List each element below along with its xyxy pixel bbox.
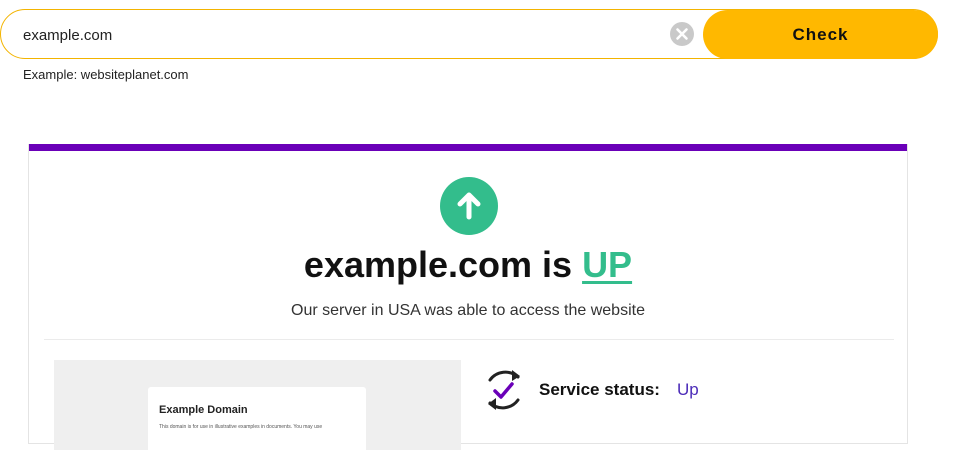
card-top-bar: [29, 144, 907, 151]
domain-text: example.com is: [303, 244, 583, 285]
status-word[interactable]: UP: [582, 244, 632, 285]
result-card: example.com is UP Our server in USA was …: [28, 144, 908, 457]
status-heading: example.com is UP: [29, 244, 907, 286]
service-status-label: Service status:: [539, 380, 660, 399]
check-button[interactable]: Check: [703, 10, 938, 59]
example-hint: Example: websiteplanet.com: [23, 67, 189, 82]
preview-text: This domain is for use in illustrative e…: [159, 424, 323, 430]
clear-icon[interactable]: [670, 22, 694, 46]
sync-check-icon: [481, 365, 527, 415]
website-preview: Example Domain This domain is for use in…: [54, 360, 461, 457]
search-bar: Check: [0, 9, 938, 60]
preview-page: Example Domain This domain is for use in…: [148, 387, 366, 457]
arrow-up-icon: [440, 177, 498, 235]
url-input[interactable]: [21, 10, 665, 60]
service-status-value: Up: [677, 380, 699, 399]
preview-title: Example Domain: [159, 404, 248, 416]
divider: [44, 339, 894, 340]
status-message: Our server in USA was able to access the…: [291, 302, 645, 319]
